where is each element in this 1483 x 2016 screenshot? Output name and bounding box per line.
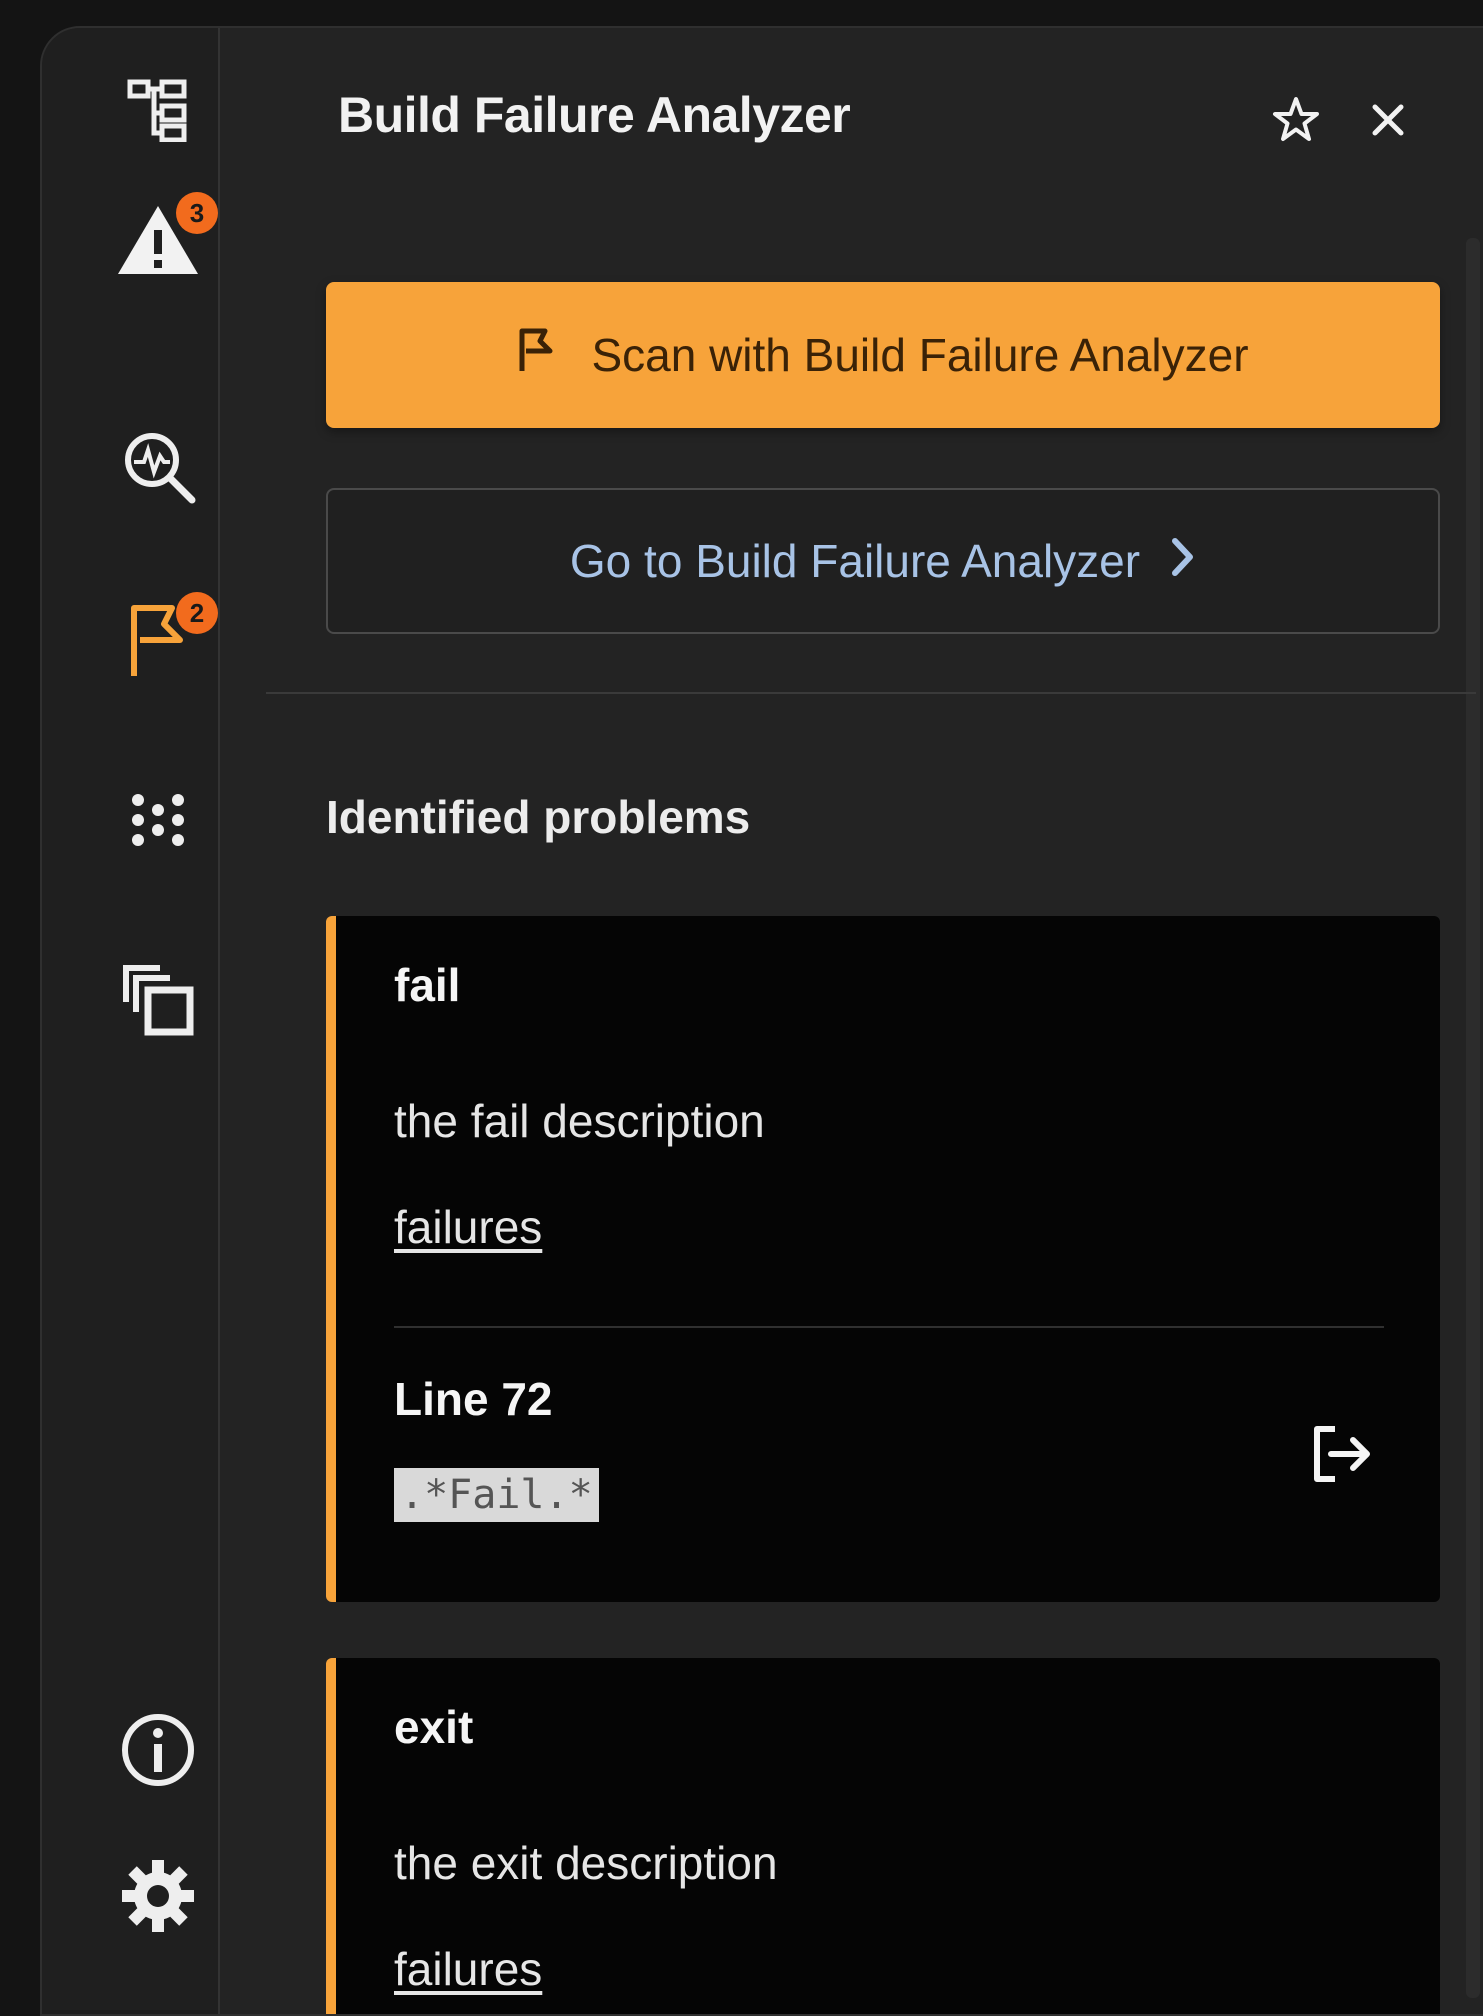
side-panel-window: 3 2 Build Failure Analyzer Scan with Bui…: [40, 26, 1483, 2016]
problem-name: exit: [394, 1701, 474, 1753]
problem-name: fail: [394, 959, 461, 1011]
favorite-button[interactable]: [1266, 92, 1326, 152]
failure-analyzer-badge: 2: [176, 592, 218, 634]
go-to-analyzer-label: Go to Build Failure Analyzer: [569, 535, 1141, 587]
rail-item-info[interactable]: [116, 1708, 200, 1792]
star-outline-icon: [1272, 96, 1320, 149]
section-divider: [266, 692, 1476, 694]
warnings-badge: 3: [176, 192, 218, 234]
scan-button[interactable]: Scan with Build Failure Analyzer: [326, 282, 1440, 428]
close-icon: [1371, 103, 1405, 142]
problem-card: exit the exit description failures: [326, 1658, 1440, 2014]
rail-item-analysis[interactable]: [116, 424, 200, 508]
problem-pattern: .*Fail.*: [394, 1468, 599, 1522]
panel-title: Build Failure Analyzer: [338, 87, 851, 143]
problem-line-number: Line 72: [394, 1373, 553, 1425]
rail-item-warnings[interactable]: 3: [116, 192, 218, 282]
panel-scrollbar[interactable]: [1466, 238, 1480, 1998]
rail-item-failure-analyzer[interactable]: 2: [116, 592, 218, 682]
icon-rail: 3 2: [42, 28, 220, 2014]
close-button[interactable]: [1358, 92, 1418, 152]
flag-icon: [517, 327, 557, 384]
gear-icon: [120, 1858, 196, 1934]
problem-category-link[interactable]: failures: [394, 1200, 542, 1254]
exit-arrow-icon: [1309, 1423, 1375, 1490]
chevron-right-icon: [1170, 534, 1196, 588]
rail-item-copy[interactable]: [116, 958, 200, 1042]
failure-analyzer-panel: Build Failure Analyzer Scan with Build F…: [220, 28, 1483, 2014]
pipeline-tree-icon: [126, 78, 190, 142]
search-analysis-icon: [120, 428, 196, 504]
card-divider: [394, 1326, 1384, 1328]
problem-description: the fail description: [394, 1095, 765, 1147]
problem-description: the exit description: [394, 1837, 778, 1889]
scan-button-label: Scan with Build Failure Analyzer: [591, 329, 1249, 381]
rail-item-cluster[interactable]: [116, 778, 200, 862]
cluster-dots-icon: [126, 788, 190, 852]
problem-card: fail the fail description failures Line …: [326, 916, 1440, 1602]
rail-item-settings[interactable]: [116, 1854, 200, 1938]
rail-item-pipeline[interactable]: [116, 68, 200, 152]
identified-problems-heading: Identified problems: [326, 791, 751, 843]
info-icon: [120, 1712, 196, 1788]
go-to-line-button[interactable]: [1300, 1414, 1384, 1498]
problem-category-link[interactable]: failures: [394, 1942, 542, 1996]
copy-windows-icon: [120, 962, 196, 1038]
go-to-analyzer-button[interactable]: Go to Build Failure Analyzer: [326, 488, 1440, 634]
